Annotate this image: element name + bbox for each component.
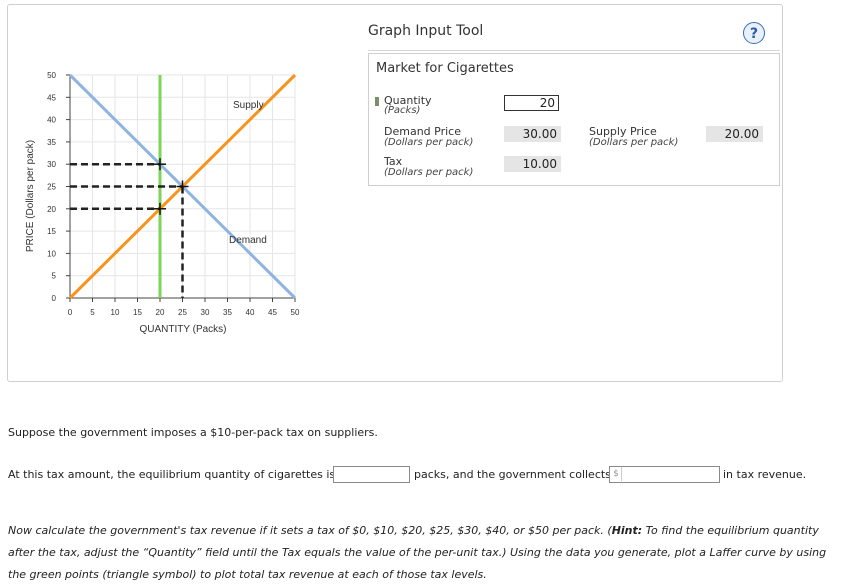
help-icon[interactable]: ? bbox=[743, 22, 765, 44]
x-tick-label: 45 bbox=[268, 308, 277, 317]
demand-price-label: Demand Price bbox=[384, 125, 461, 138]
market-title: Market for Cigarettes bbox=[376, 61, 514, 76]
y-axis-label: PRICE (Dollars per pack) bbox=[25, 140, 36, 252]
question-part3: in tax revenue. bbox=[723, 468, 807, 481]
quantity-input[interactable]: 20 bbox=[504, 95, 559, 111]
equilibrium-quantity-input[interactable] bbox=[333, 466, 410, 483]
x-tick-label: 30 bbox=[201, 308, 210, 317]
y-tick-label: 50 bbox=[47, 71, 56, 80]
supply-price-unit: (Dollars per pack) bbox=[589, 137, 679, 148]
instructions-hint-label: Hint: bbox=[611, 524, 643, 537]
quantity-unit: (Packs) bbox=[384, 105, 421, 116]
tax-unit: (Dollars per pack) bbox=[384, 167, 474, 178]
demand-price-value: 30.00 bbox=[504, 126, 561, 142]
question-part1: At this tax amount, the equilibrium quan… bbox=[8, 468, 336, 481]
y-tick-label: 0 bbox=[52, 294, 57, 303]
tax-revenue-input[interactable] bbox=[609, 466, 720, 483]
supply-price-value: 20.00 bbox=[706, 126, 763, 142]
y-tick-label: 20 bbox=[47, 205, 56, 214]
demand-price-unit: (Dollars per pack) bbox=[384, 137, 474, 148]
tax-label: Tax bbox=[384, 155, 403, 168]
y-tick-label: 10 bbox=[47, 249, 56, 258]
y-tick-label: 35 bbox=[47, 138, 56, 147]
x-tick-label: 10 bbox=[111, 308, 120, 317]
y-tick-label: 40 bbox=[47, 116, 56, 125]
question-part2: packs, and the government collects bbox=[414, 468, 611, 481]
question-prompt: Suppose the government imposes a $10-per… bbox=[8, 426, 378, 439]
x-tick-label: 35 bbox=[223, 308, 232, 317]
y-tick-label: 30 bbox=[47, 160, 56, 169]
x-tick-label: 15 bbox=[133, 308, 142, 317]
supply-curve-label: Supply bbox=[233, 100, 264, 111]
y-tick-label: 5 bbox=[52, 272, 57, 281]
x-axis-label: QUANTITY (Packs) bbox=[139, 324, 226, 335]
y-tick-label: 25 bbox=[47, 183, 56, 192]
x-tick-label: 25 bbox=[178, 308, 187, 317]
y-tick-label: 15 bbox=[47, 227, 56, 236]
instructions-text1: Now calculate the government's tax reven… bbox=[8, 524, 612, 537]
tax-value: 10.00 bbox=[504, 156, 561, 172]
y-tick-label: 45 bbox=[47, 93, 56, 102]
tool-title: Graph Input Tool bbox=[368, 23, 484, 39]
demand-curve-label: Demand bbox=[229, 235, 267, 246]
instructions: Now calculate the government's tax reven… bbox=[8, 520, 838, 586]
x-tick-label: 5 bbox=[90, 308, 95, 317]
supply-price-label: Supply Price bbox=[589, 125, 657, 138]
x-tick-label: 0 bbox=[68, 308, 73, 317]
dollar-prefix: $ bbox=[611, 467, 622, 481]
quantity-marker-icon bbox=[375, 97, 379, 106]
x-tick-label: 50 bbox=[291, 308, 300, 317]
x-tick-label: 40 bbox=[246, 308, 255, 317]
x-tick-label: 20 bbox=[156, 308, 165, 317]
tool-divider bbox=[368, 50, 780, 51]
